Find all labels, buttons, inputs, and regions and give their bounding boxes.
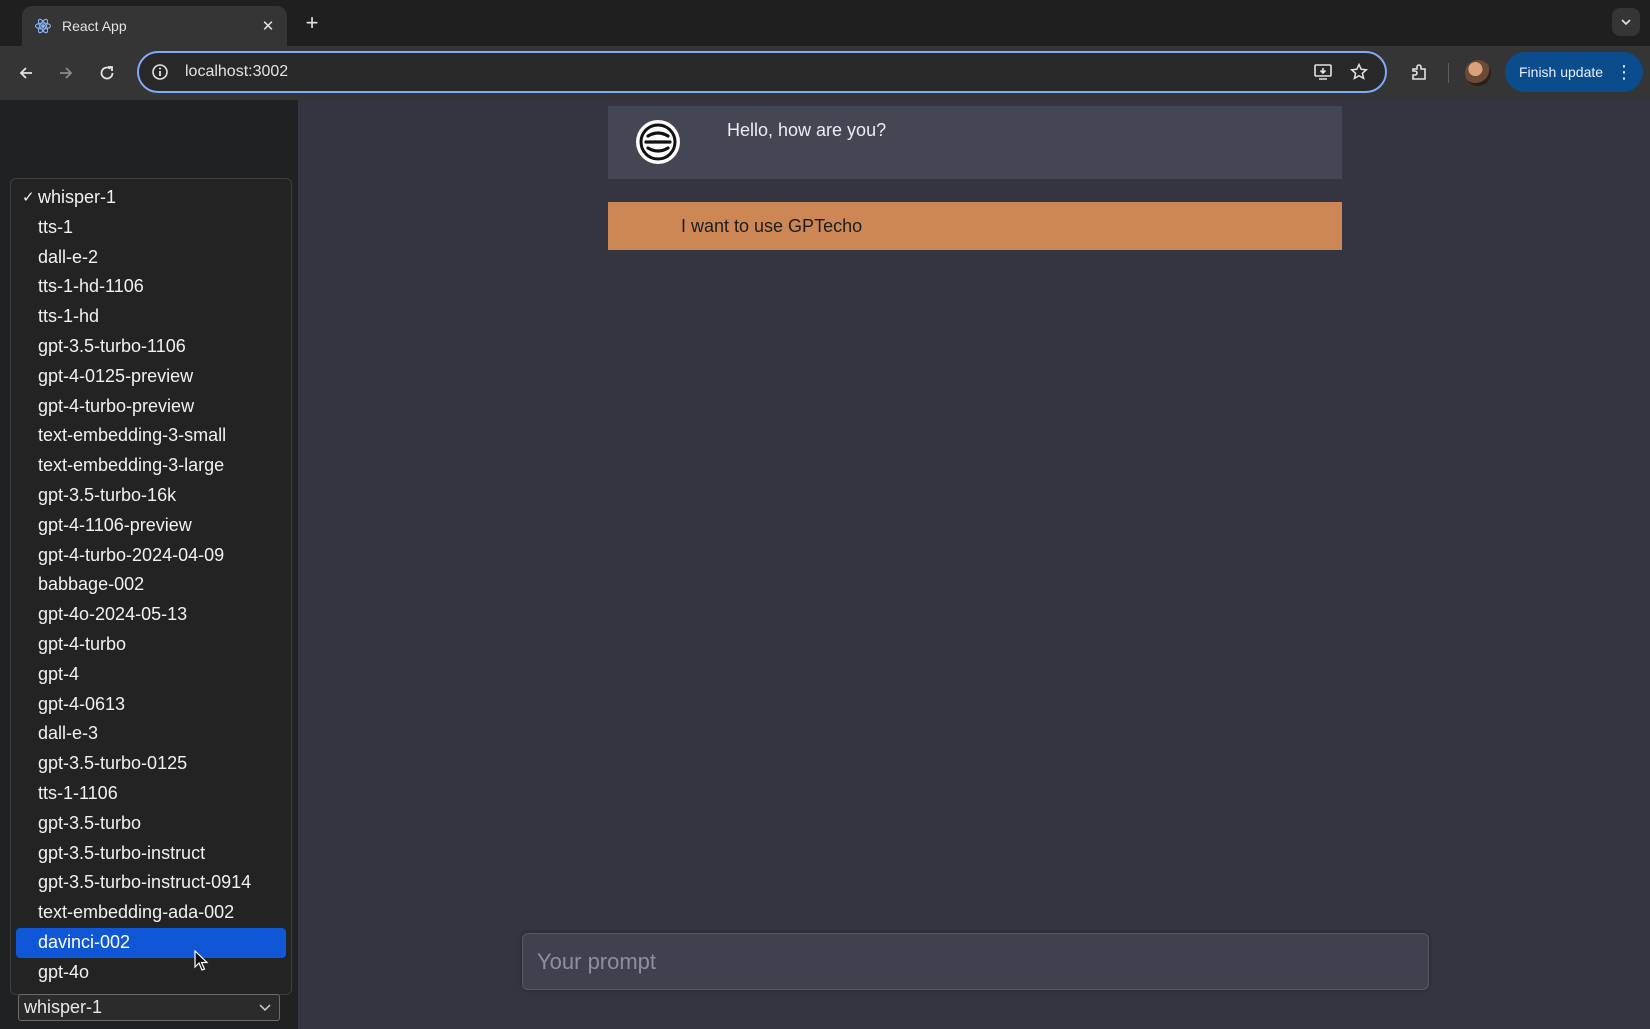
site-info-icon[interactable] [149, 61, 171, 83]
model-dropdown-list[interactable]: ✓ whisper-1 tts-1 dall-e-2 tts-1-hd-1106 tts-… [10, 178, 292, 995]
model-option[interactable]: gpt-3.5-turbo-16k [16, 481, 286, 511]
model-option[interactable]: tts-1-hd [16, 302, 286, 332]
model-option-label: tts-1-hd-1106 [38, 276, 144, 297]
browser-tab[interactable]: React App ✕ [22, 6, 287, 46]
checkmark-icon: ✓ [22, 189, 35, 206]
model-option-label: gpt-4-turbo-preview [38, 395, 195, 416]
model-option-label: gpt-3.5-turbo [38, 812, 142, 833]
model-option[interactable]: tts-1-1106 [16, 779, 286, 809]
model-option-label: dall-e-2 [38, 246, 99, 267]
user-message: I want to use GPTecho [608, 202, 1342, 250]
model-option[interactable]: gpt-3.5-turbo [16, 809, 286, 839]
model-option[interactable]: gpt-4-turbo-preview [16, 392, 286, 422]
model-option-label: tts-1-1106 [38, 782, 118, 803]
back-arrow-icon[interactable] [12, 59, 40, 87]
prompt-input[interactable] [522, 933, 1429, 990]
profile-avatar[interactable] [1465, 60, 1491, 86]
mouse-cursor-icon [194, 950, 209, 971]
model-option-label: gpt-3.5-turbo-0125 [38, 753, 188, 774]
bot-message: Hello, how are you? [608, 106, 1342, 179]
model-option-label: whisper-1 [38, 187, 117, 207]
model-option[interactable]: babbage-002 [16, 570, 286, 600]
model-option[interactable]: tts-1-hd-1106 [16, 272, 286, 302]
model-option[interactable]: gpt-4o-2024-05-13 [16, 600, 286, 630]
model-option[interactable]: davinci-002 [16, 927, 286, 958]
bot-avatar-icon [636, 120, 680, 164]
bot-message-text: Hello, how are you? [727, 120, 887, 140]
user-message-text: I want to use GPTecho [681, 216, 863, 236]
model-option[interactable]: gpt-3.5-turbo-instruct-0914 [16, 868, 286, 898]
model-option[interactable]: gpt-4-turbo-2024-04-09 [16, 541, 286, 571]
model-select[interactable]: whisper-1 [18, 994, 280, 1021]
model-option-label: text-embedding-3-large [38, 455, 225, 476]
model-option-label: gpt-4o [38, 961, 90, 982]
finish-update-label: Finish update [1519, 64, 1604, 80]
toolbar-divider [1448, 63, 1449, 83]
new-tab-icon[interactable]: + [300, 12, 324, 36]
browser-tabstrip: React App ✕ + [0, 0, 1650, 46]
chevron-down-icon[interactable] [1612, 8, 1640, 36]
model-option-label: tts-1 [38, 216, 74, 237]
model-option[interactable]: gpt-3.5-turbo-1106 [16, 332, 286, 362]
model-option-label: gpt-4-turbo-2024-04-09 [38, 544, 225, 565]
model-option[interactable]: gpt-3.5-turbo-instruct [16, 839, 286, 869]
install-app-icon[interactable] [1309, 58, 1337, 86]
chevron-down-icon [259, 995, 271, 1020]
model-option-label: davinci-002 [38, 931, 131, 952]
model-option-label: dall-e-3 [38, 723, 99, 744]
model-option-label: text-embedding-ada-002 [38, 902, 235, 923]
model-option[interactable]: dall-e-3 [16, 719, 286, 749]
model-option-label: gpt-4-0125-preview [38, 365, 194, 386]
model-option-label: gpt-3.5-turbo-instruct-0914 [38, 872, 252, 893]
model-select-value: whisper-1 [24, 997, 103, 1017]
model-option-label: babbage-002 [38, 574, 145, 595]
close-icon[interactable]: ✕ [259, 17, 277, 35]
model-option[interactable]: dall-e-2 [16, 243, 286, 273]
model-option-label: gpt-3.5-turbo-1106 [38, 335, 186, 356]
model-option-label: gpt-3.5-turbo-instruct [38, 842, 206, 863]
url-text: localhost:3002 [185, 63, 289, 80]
model-option[interactable]: gpt-4o [16, 958, 286, 988]
finish-update-button[interactable]: Finish update ⋮ [1505, 52, 1643, 92]
model-option-label: text-embedding-3-small [38, 425, 227, 446]
model-option[interactable]: gpt-4 [16, 660, 286, 690]
reload-icon[interactable] [93, 59, 121, 87]
more-vert-icon[interactable]: ⋮ [1615, 63, 1633, 81]
model-option[interactable]: text-embedding-3-large [16, 451, 286, 481]
model-option[interactable]: gpt-4-1106-preview [16, 511, 286, 541]
forward-arrow-icon[interactable] [52, 59, 80, 87]
model-option[interactable]: gpt-3.5-turbo-0125 [16, 749, 286, 779]
bookmark-star-icon[interactable] [1345, 58, 1373, 86]
address-bar[interactable]: localhost:3002 [137, 51, 1387, 93]
model-option[interactable]: tts-1 [16, 213, 286, 243]
model-option-label: tts-1-hd [38, 306, 100, 327]
model-option-label: gpt-3.5-turbo-16k [38, 484, 177, 505]
browser-toolbar: localhost:3002 Finish update ⋮ [0, 46, 1650, 100]
model-option-label: gpt-4-1106-preview [38, 514, 192, 535]
model-option[interactable]: ✓ whisper-1 [16, 183, 286, 213]
model-option[interactable]: gpt-4-turbo [16, 630, 286, 660]
model-option-label: gpt-4o-2024-05-13 [38, 604, 188, 625]
tab-title: React App [62, 18, 127, 34]
model-option-label: gpt-4 [38, 663, 80, 684]
model-option[interactable]: text-embedding-3-small [16, 421, 286, 451]
model-option-label: gpt-4-turbo [38, 633, 127, 654]
extensions-icon[interactable] [1404, 58, 1434, 88]
react-icon [34, 17, 52, 35]
model-option[interactable]: gpt-4-0125-preview [16, 362, 286, 392]
model-option-label: gpt-4-0613 [38, 693, 126, 714]
model-option[interactable]: gpt-4-0613 [16, 690, 286, 720]
model-option[interactable]: text-embedding-ada-002 [16, 898, 286, 928]
